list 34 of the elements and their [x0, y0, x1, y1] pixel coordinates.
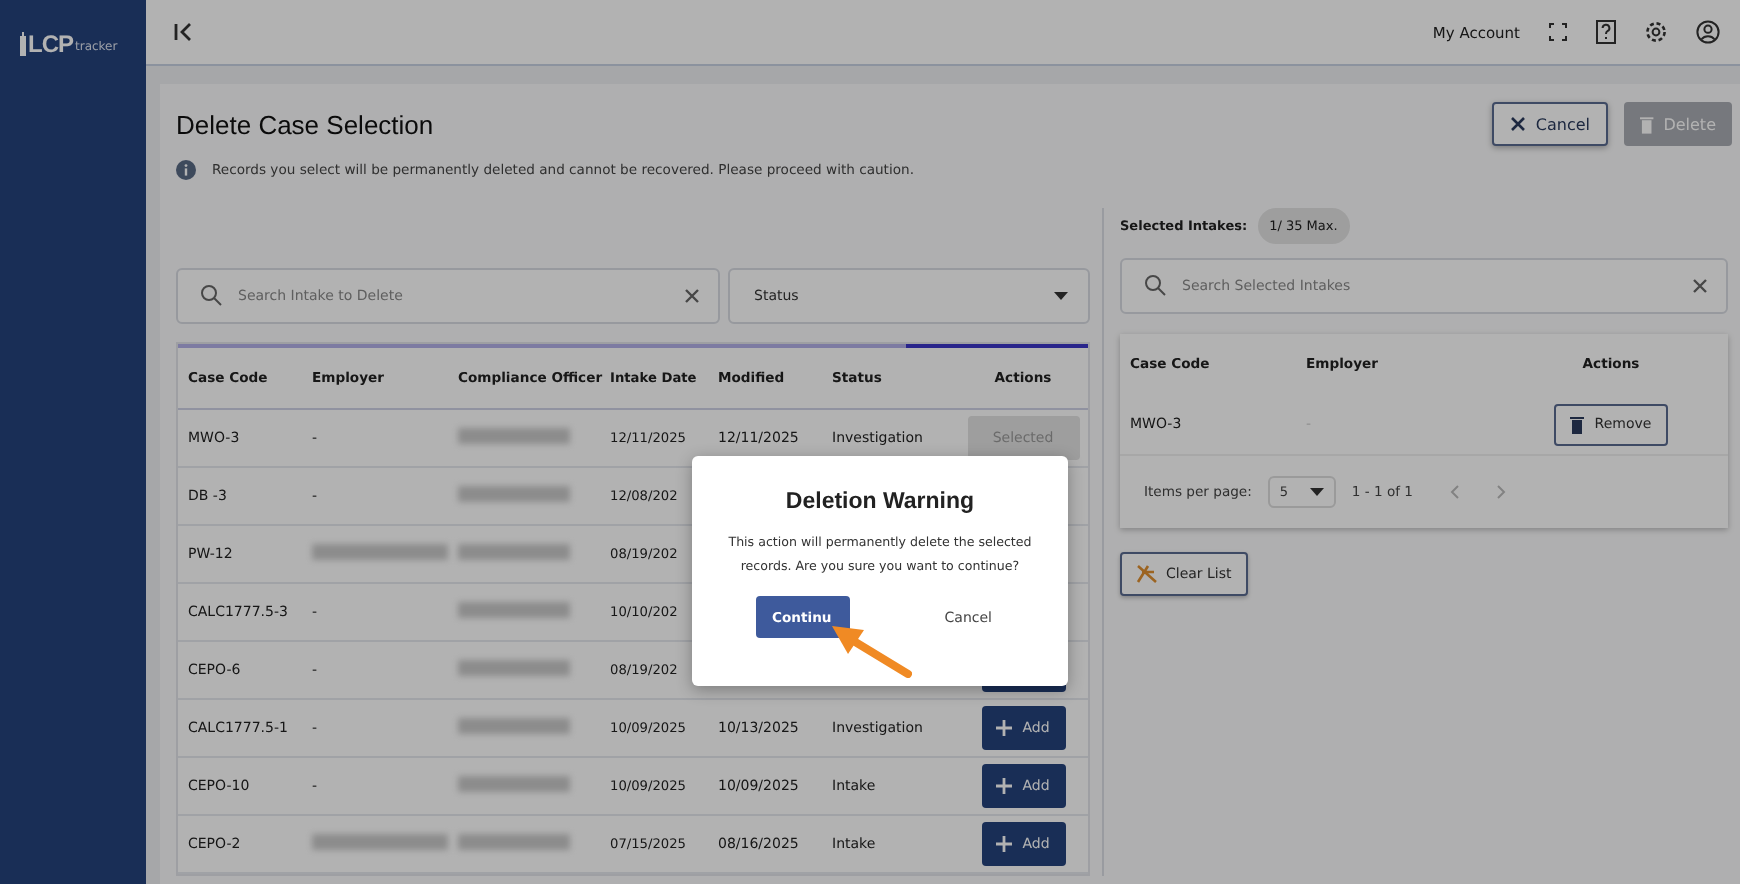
redacted-text — [312, 544, 448, 560]
redacted-text — [458, 660, 570, 676]
redacted-text — [458, 834, 570, 850]
clear-icon[interactable] — [1692, 278, 1708, 294]
fullscreen-icon[interactable] — [1548, 22, 1568, 42]
close-icon — [1509, 116, 1526, 132]
logo-text: LCP — [28, 32, 73, 56]
help-icon[interactable] — [1596, 20, 1616, 44]
redacted-text — [458, 602, 570, 618]
page-title: Delete Case Selection — [176, 109, 434, 139]
caret-icon — [1054, 292, 1068, 300]
trash-icon — [1640, 115, 1654, 133]
search-icon — [1144, 274, 1166, 296]
clear-icon[interactable] — [684, 288, 700, 304]
redacted-text — [312, 834, 448, 850]
redacted-text — [458, 776, 570, 792]
caret-icon — [1309, 488, 1324, 496]
plus-icon — [996, 778, 1013, 794]
search-icon — [200, 284, 222, 306]
cancel-button[interactable]: Cancel — [1491, 102, 1608, 146]
info-icon — [176, 160, 196, 180]
plus-icon — [996, 836, 1013, 852]
settings-icon[interactable] — [1644, 20, 1668, 44]
trash-icon — [1570, 415, 1585, 433]
redacted-text — [458, 428, 570, 444]
collapse-icon[interactable] — [174, 22, 194, 42]
redacted-text — [458, 544, 570, 560]
tower-icon — [20, 32, 26, 56]
user-icon[interactable] — [1696, 20, 1720, 44]
redacted-text — [458, 486, 570, 502]
dialog-title: Deletion Warning — [783, 490, 977, 514]
redacted-text — [458, 718, 570, 734]
pointer-arrow — [828, 622, 912, 678]
plus-icon — [996, 720, 1013, 736]
